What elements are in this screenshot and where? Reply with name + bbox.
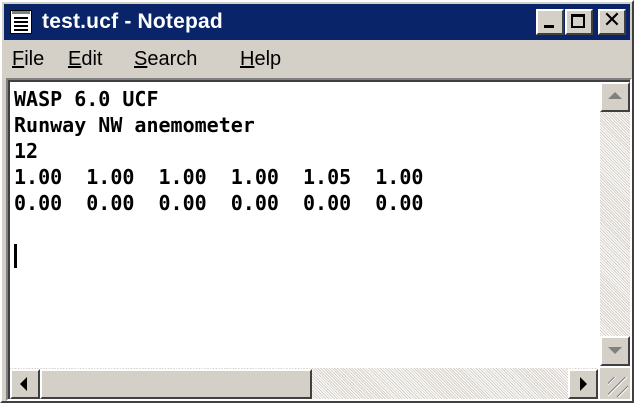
notepad-icon[interactable] xyxy=(10,10,32,34)
maximize-button[interactable] xyxy=(565,9,593,35)
menu-bar: File Edit Search Help xyxy=(4,41,630,77)
document-line: 0.00 0.00 0.00 0.00 0.00 0.00 xyxy=(14,191,424,215)
maximize-icon xyxy=(571,14,585,28)
resize-grip-icon[interactable] xyxy=(608,377,628,397)
menu-help[interactable]: Help xyxy=(240,48,281,71)
vertical-scrollbar[interactable] xyxy=(600,82,630,366)
menu-file[interactable]: File xyxy=(12,48,44,71)
scroll-right-arrow-icon xyxy=(580,377,587,391)
minimize-icon xyxy=(544,25,554,28)
document-text[interactable]: WASP 6.0 UCF Runway NW anemometer 12 1.00 1… xyxy=(14,86,596,364)
menu-search[interactable]: Search xyxy=(134,48,197,71)
window-title: test.ucf - Notepad xyxy=(42,10,223,33)
close-icon: ✕ xyxy=(602,8,622,33)
document-line: WASP 6.0 UCF xyxy=(14,87,159,111)
scroll-down-arrow-icon xyxy=(608,347,622,354)
notepad-window: test.ucf - Notepad ✕ File Edit Search He… xyxy=(0,0,634,403)
text-caret xyxy=(14,244,17,268)
scroll-up-button[interactable] xyxy=(600,82,630,112)
horizontal-scrollbar[interactable] xyxy=(10,368,598,399)
scroll-right-button[interactable] xyxy=(568,369,598,399)
close-button[interactable]: ✕ xyxy=(598,9,626,35)
scroll-left-button[interactable] xyxy=(10,369,40,399)
title-bar[interactable]: test.ucf - Notepad ✕ xyxy=(4,4,630,40)
minimize-button[interactable] xyxy=(536,9,564,35)
text-editor[interactable]: WASP 6.0 UCF Runway NW anemometer 12 1.00 1… xyxy=(6,78,632,401)
document-line: 12 xyxy=(14,139,39,163)
scroll-down-button[interactable] xyxy=(600,336,630,366)
scroll-up-arrow-icon xyxy=(608,92,622,99)
size-box xyxy=(600,368,630,399)
menu-edit[interactable]: Edit xyxy=(68,48,102,71)
document-line: Runway NW anemometer xyxy=(14,113,255,137)
document-line: 1.00 1.00 1.00 1.00 1.05 1.00 xyxy=(14,165,424,189)
horizontal-scroll-thumb[interactable] xyxy=(40,369,312,399)
scroll-left-arrow-icon xyxy=(20,377,27,391)
